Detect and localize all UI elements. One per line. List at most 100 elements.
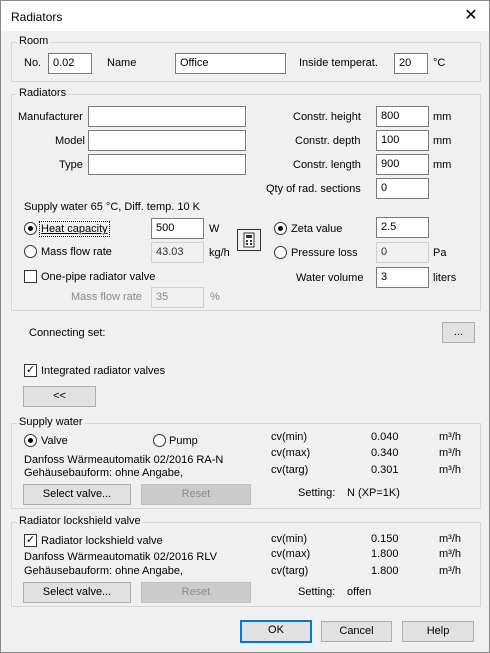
supply-valve-name: Danfoss Wärmeautomatik 02/2016 RA-N bbox=[24, 454, 224, 466]
lockshield-checkbox-label[interactable]: Radiator lockshield valve bbox=[41, 535, 163, 547]
constr-depth-label: Constr. depth bbox=[295, 135, 361, 147]
collapse-button[interactable]: << bbox=[23, 386, 96, 407]
one-pipe-valve-checkbox[interactable] bbox=[24, 270, 37, 283]
room-no-field[interactable]: 0.02 bbox=[48, 53, 92, 74]
supply-water-group-label: Supply water bbox=[17, 416, 85, 428]
mass-flow-radio[interactable] bbox=[24, 245, 37, 258]
water-volume-label: Water volume bbox=[296, 272, 364, 284]
one-pipe-valve-label[interactable]: One-pipe radiator valve bbox=[41, 271, 155, 283]
constr-depth-unit: mm bbox=[433, 135, 452, 147]
lockshield-setting-value: offen bbox=[347, 586, 372, 598]
water-volume-unit: liters bbox=[433, 272, 457, 284]
manufacturer-label: Manufacturer bbox=[18, 111, 83, 123]
pump-radio-label[interactable]: Pump bbox=[169, 435, 198, 447]
pressure-loss-label[interactable]: Pressure loss bbox=[291, 247, 358, 259]
inside-temp-label: Inside temperat. bbox=[299, 57, 378, 69]
supply-setting-value: N (XP=1K) bbox=[347, 487, 400, 499]
inside-temp-field[interactable]: 20 bbox=[394, 53, 428, 74]
one-pipe-mass-flow-label: Mass flow rate bbox=[71, 291, 142, 303]
zeta-value-label[interactable]: Zeta value bbox=[291, 223, 342, 235]
supply-cvtarg-label: cv(targ) bbox=[271, 464, 309, 476]
lockshield-cvmin-value: 0.150 bbox=[371, 533, 399, 545]
room-group-label: Room bbox=[17, 35, 51, 47]
supply-cvmax-unit: m³/h bbox=[439, 447, 461, 459]
heat-capacity-label[interactable]: Heat capacity bbox=[39, 221, 110, 237]
cancel-button[interactable]: Cancel bbox=[321, 621, 392, 642]
radiators-group-label: Radiators bbox=[17, 87, 69, 99]
constr-height-unit: mm bbox=[433, 111, 452, 123]
lockshield-cvmax-unit: m³/h bbox=[439, 548, 461, 560]
heat-capacity-unit: W bbox=[209, 223, 220, 235]
room-name-field[interactable]: Office bbox=[175, 53, 286, 74]
title-bar: Radiators ✕ bbox=[1, 1, 489, 31]
heat-capacity-radio[interactable] bbox=[24, 222, 37, 235]
mass-flow-field: 43.03 bbox=[151, 242, 204, 263]
type-label: Type bbox=[59, 159, 83, 171]
connecting-set-button[interactable]: ... bbox=[442, 322, 475, 343]
type-field[interactable] bbox=[88, 154, 246, 175]
zeta-value-field[interactable]: 2.5 bbox=[376, 217, 429, 238]
radiators-dialog: Radiators ✕ Room No. 0.02 Name Office In… bbox=[0, 0, 490, 653]
lockshield-cvtarg-unit: m³/h bbox=[439, 565, 461, 577]
lockshield-group-label: Radiator lockshield valve bbox=[17, 515, 143, 527]
lockshield-cvtarg-label: cv(targ) bbox=[271, 565, 309, 577]
calculator-icon bbox=[243, 232, 255, 248]
supply-cvmax-label: cv(max) bbox=[271, 447, 311, 459]
supply-select-valve-button[interactable]: Select valve... bbox=[23, 484, 131, 505]
lockshield-cvmax-value: 1.800 bbox=[371, 548, 399, 560]
supply-cvmin-unit: m³/h bbox=[439, 431, 461, 443]
lockshield-cvmin-unit: m³/h bbox=[439, 533, 461, 545]
heat-capacity-field[interactable]: 500 bbox=[151, 218, 204, 239]
supply-info-text: Supply water 65 °C, Diff. temp. 10 K bbox=[24, 201, 200, 213]
supply-cvtarg-unit: m³/h bbox=[439, 464, 461, 476]
valve-radio[interactable] bbox=[24, 434, 37, 447]
lockshield-reset-button: Reset bbox=[141, 582, 251, 603]
supply-setting-label: Setting: bbox=[298, 487, 336, 499]
model-field[interactable] bbox=[88, 130, 246, 151]
integrated-valves-label[interactable]: Integrated radiator valves bbox=[41, 365, 165, 377]
close-icon[interactable]: ✕ bbox=[459, 5, 483, 27]
pump-radio[interactable] bbox=[153, 434, 166, 447]
room-name-label: Name bbox=[107, 57, 137, 69]
help-button[interactable]: Help bbox=[402, 621, 474, 642]
supply-cvmin-label: cv(min) bbox=[271, 431, 308, 443]
pressure-loss-field: 0 bbox=[376, 242, 429, 263]
lockshield-valve-name: Danfoss Wärmeautomatik 02/2016 RLV bbox=[24, 551, 217, 563]
lockshield-checkbox[interactable]: ✓ bbox=[24, 534, 37, 547]
constr-length-label: Constr. length bbox=[293, 159, 361, 171]
zeta-value-radio[interactable] bbox=[274, 222, 287, 235]
connecting-set-label: Connecting set: bbox=[29, 327, 106, 339]
room-no-label: No. bbox=[24, 57, 42, 69]
pressure-loss-radio[interactable] bbox=[274, 246, 287, 259]
constr-length-unit: mm bbox=[433, 159, 452, 171]
supply-cvtarg-value: 0.301 bbox=[371, 464, 399, 476]
constr-length-field[interactable]: 900 bbox=[376, 154, 429, 175]
lockshield-cvmin-label: cv(min) bbox=[271, 533, 308, 545]
pressure-loss-unit: Pa bbox=[433, 247, 447, 259]
calculator-button[interactable] bbox=[237, 229, 261, 251]
window-title: Radiators bbox=[11, 10, 63, 24]
manufacturer-field[interactable] bbox=[88, 106, 246, 127]
model-label: Model bbox=[55, 135, 85, 147]
constr-height-label: Constr. height bbox=[293, 111, 361, 123]
mass-flow-label[interactable]: Mass flow rate bbox=[41, 246, 112, 258]
mass-flow-unit: kg/h bbox=[209, 247, 230, 259]
constr-height-field[interactable]: 800 bbox=[376, 106, 429, 127]
supply-reset-button: Reset bbox=[141, 484, 251, 505]
inside-temp-unit: °C bbox=[433, 57, 446, 69]
one-pipe-mass-flow-unit: % bbox=[210, 291, 220, 303]
lockshield-cvmax-label: cv(max) bbox=[271, 548, 311, 560]
lockshield-cvtarg-value: 1.800 bbox=[371, 565, 399, 577]
rad-sections-field[interactable]: 0 bbox=[376, 178, 429, 199]
water-volume-field[interactable]: 3 bbox=[376, 267, 429, 288]
lockshield-valve-form: Gehäusebauform: ohne Angabe, bbox=[24, 565, 184, 577]
constr-depth-field[interactable]: 100 bbox=[376, 130, 429, 151]
rad-sections-label: Qty of rad. sections bbox=[266, 183, 361, 195]
supply-cvmin-value: 0.040 bbox=[371, 431, 399, 443]
one-pipe-mass-flow-field: 35 bbox=[151, 287, 204, 308]
valve-radio-label[interactable]: Valve bbox=[41, 435, 68, 447]
ok-button[interactable]: OK bbox=[240, 620, 312, 643]
lockshield-select-valve-button[interactable]: Select valve... bbox=[23, 582, 131, 603]
integrated-valves-checkbox[interactable]: ✓ bbox=[24, 364, 37, 377]
supply-valve-form: Gehäusebauform: ohne Angabe, bbox=[24, 467, 184, 479]
